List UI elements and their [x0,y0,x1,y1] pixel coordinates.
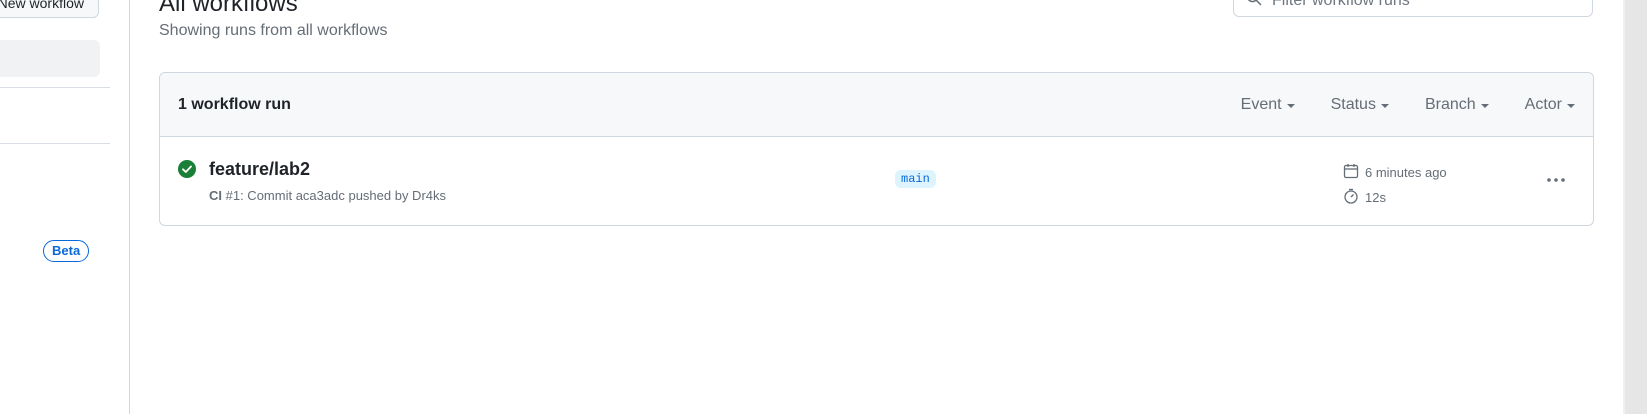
run-count: 1 workflow run [178,95,291,113]
event-filter-label: Event [1240,95,1282,113]
page-title: All workflows [159,0,298,17]
page-scrollbar[interactable] [1623,0,1647,414]
chevron-down-icon [1567,103,1575,108]
success-check-icon [178,160,196,178]
status-filter-label: Status [1330,95,1376,113]
run-duration: 12s [1365,190,1386,205]
actor-filter-label: Actor [1524,95,1562,113]
run-filters: Event Status Branch Actor [1241,96,1575,114]
run-description: #1: Commit aca3adc pushed by Dr4ks [225,188,447,203]
chevron-down-icon [1380,103,1389,108]
status-filter-button[interactable]: Status [1331,96,1389,114]
page-subtitle: Showing runs from all workflows [159,22,388,39]
new-workflow-button[interactable]: New workflow [0,0,99,18]
calendar-icon [1343,163,1359,182]
beta-badge: Beta [43,240,90,262]
chevron-down-icon [1480,103,1489,108]
run-workflow-name[interactable]: CI [209,188,222,203]
kebab-horizontal-icon [1547,178,1565,182]
run-time-ago: 6 minutes ago [1365,165,1447,180]
workflow-runs-panel: 1 workflow run Event Status Branch Actor [159,72,1594,226]
stopwatch-icon [1343,188,1359,207]
search-icon [1246,0,1262,11]
sidebar-divider [0,87,110,88]
run-meta: CI #1: Commit aca3adc pushed by Dr4ks [209,188,446,203]
branch-filter-button[interactable]: Branch [1425,96,1489,114]
runs-panel-header: 1 workflow run Event Status Branch Actor [160,73,1593,137]
workflow-run-row[interactable]: feature/lab2 CI #1: Commit aca3adc pushe… [160,137,1593,225]
chevron-down-icon [1286,103,1295,108]
branch-label[interactable]: main [895,170,936,188]
scrollbar-thumb[interactable] [1625,0,1647,414]
run-timing: 6 minutes ago 12s [1343,160,1447,210]
run-title-link[interactable]: feature/lab2 [209,159,310,180]
sidebar-item-all-workflows[interactable] [0,40,100,77]
event-filter-button[interactable]: Event [1241,96,1295,114]
actor-filter-button[interactable]: Actor [1525,96,1575,114]
sidebar: New workflow Beta [0,0,130,414]
branch-filter-label: Branch [1424,95,1476,113]
more-options-button[interactable] [1543,170,1569,190]
filter-workflow-runs-field[interactable] [1233,0,1593,17]
sidebar-divider [0,143,110,144]
filter-workflow-runs-input[interactable] [1270,0,1574,11]
